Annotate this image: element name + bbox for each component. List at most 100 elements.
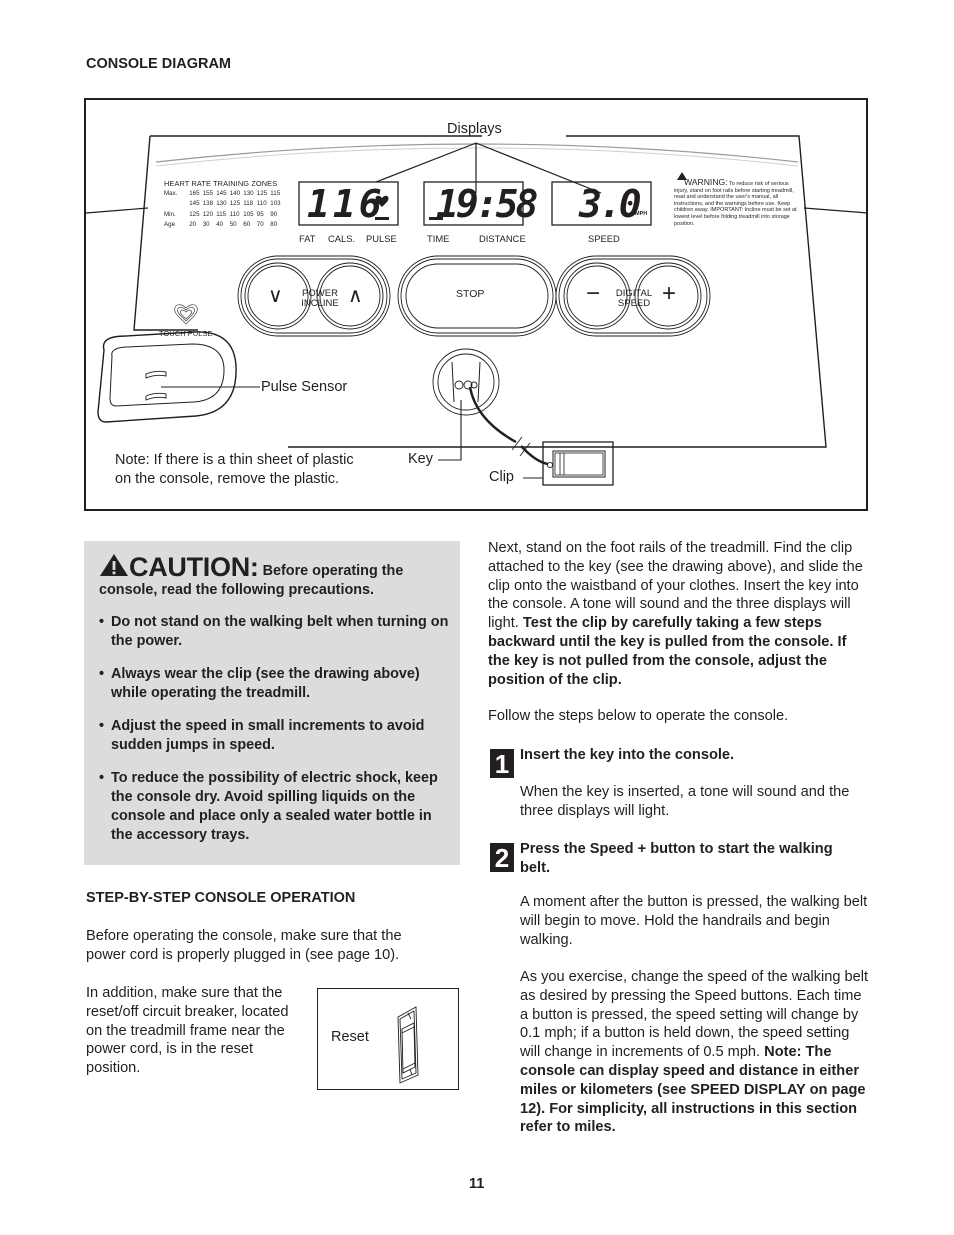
section-title: CONSOLE DIAGRAM: [86, 56, 231, 72]
label-fat: FAT: [299, 233, 316, 244]
stop-button[interactable]: STOP: [456, 288, 484, 300]
heart-rate-cell: 20: [189, 221, 197, 229]
warning-heading: WARNING:: [684, 177, 728, 187]
heart-rate-cell: 165: [189, 189, 200, 197]
step-number-1: 1: [490, 749, 514, 779]
caution-word: CAUTION:: [129, 552, 259, 582]
speed-down-button[interactable]: −: [586, 280, 600, 308]
heart-rate-cell: 145: [216, 189, 227, 197]
heart-rate-cell: 40: [216, 221, 224, 229]
heart-rate-cell: 50: [229, 221, 237, 229]
heart-rate-cell: 120: [202, 210, 214, 218]
heart-rate-cell: 115: [270, 189, 281, 197]
heart-rate-cell: 115: [216, 210, 227, 218]
caution-box: CAUTION: Before operating the console, r…: [84, 541, 460, 865]
heart-rate-cell: 130: [243, 189, 254, 197]
heart-rate-zones-table: Max. 165 155 145 140 130 125 115 145 138 130 125 118…: [164, 188, 284, 230]
heart-rate-cell: 130: [216, 200, 227, 208]
step-2-text-2: As you exercise, change the speed of the…: [520, 968, 872, 1137]
console-diagram: Displays HEART RATE TRAINING ZONES Max. 1…: [84, 98, 869, 511]
heart-rate-row-label: [164, 199, 189, 210]
heart-rate-row-label: Age: [164, 221, 176, 229]
follow-steps-text: Follow the steps below to operate the co…: [488, 708, 789, 724]
speed-display-value: 3.0: [579, 182, 642, 226]
incline-down-button[interactable]: ∨: [268, 283, 283, 308]
touch-pulse-heart-icon: [174, 304, 198, 325]
speed-unit: MPH: [635, 211, 648, 217]
displays-callout: Displays: [447, 121, 502, 137]
heart-rate-row-label: Min.: [164, 210, 176, 218]
caution-item: Always wear the clip (see the drawing ab…: [99, 665, 449, 703]
reset-label: Reset: [331, 1029, 369, 1045]
heart-rate-cell: 155: [202, 189, 214, 197]
heart-rate-cell: 125: [229, 200, 241, 208]
operation-para-2: In addition, make sure that the reset/of…: [86, 985, 289, 1077]
plastic-note-line1: Note: If there is a thin sheet of plasti…: [115, 452, 354, 468]
heart-rate-cell: 110: [229, 210, 240, 218]
heart-rate-cell: 145: [189, 200, 200, 208]
warning-label: WARNING: To reduce risk of serious injur…: [674, 177, 802, 227]
clip-callout: Clip: [489, 469, 514, 485]
key-callout: Key: [408, 451, 433, 467]
heart-rate-cell: 90: [270, 210, 278, 218]
heart-rate-cell: 138: [202, 200, 214, 208]
incline-label-line2: INCLINE: [301, 297, 339, 309]
label-speed: SPEED: [588, 233, 620, 244]
step-1-heading: Insert the key into the console.: [520, 747, 735, 763]
operation-para-1: Before operating the console, make sure …: [86, 928, 402, 963]
heart-rate-row: 145 138 130 125 118 110 103: [164, 199, 284, 210]
incline-up-button[interactable]: ∧: [348, 283, 363, 308]
key-receptacle: [432, 348, 500, 416]
key-clip-bold: Test the clip by carefully taking a few …: [488, 615, 847, 688]
speed-button-label: DIGITAL SPEED: [606, 289, 662, 308]
caution-item: Adjust the speed in small increments to …: [99, 717, 449, 755]
left-upright-line: [86, 207, 149, 214]
heart-rate-row: Age 20 30 40 50 60 70 80: [164, 220, 284, 231]
incline-button-label: POWER INCLINE: [292, 289, 348, 308]
heart-rate-cell: 30: [202, 221, 210, 229]
page-number: 11: [469, 1176, 485, 1192]
right-upright-line: [803, 207, 869, 214]
heart-rate-cell: 95: [256, 210, 264, 218]
operation-title: STEP-BY-STEP CONSOLE OPERATION: [86, 890, 356, 906]
heart-rate-zones-title: HEART RATE TRAINING ZONES: [164, 179, 278, 188]
speed-up-button[interactable]: +: [662, 280, 676, 308]
plastic-note-line2: on the console, remove the plastic.: [115, 470, 340, 487]
label-pulse: PULSE: [366, 233, 397, 244]
caution-heading: CAUTION: Before operating the console, r…: [99, 553, 449, 600]
circuit-breaker-icon: [397, 1006, 419, 1084]
label-time: TIME: [427, 233, 450, 244]
caution-item: To reduce the possibility of electric sh…: [99, 769, 449, 845]
label-cals: CALS.: [328, 233, 356, 244]
caution-triangle-icon: [100, 554, 128, 576]
heart-rate-cell: 140: [229, 189, 241, 197]
pulse-sensor-grip: [97, 331, 260, 423]
heart-rate-cell: 110: [256, 200, 267, 208]
step-2-heading: Press the Speed + button to start the wa…: [520, 841, 833, 876]
heart-rate-cell: 125: [189, 210, 200, 218]
key-clip-instructions: Next, stand on the foot rails of the tre…: [488, 539, 870, 689]
heart-rate-cell: 70: [256, 221, 264, 229]
heart-rate-cell: 60: [243, 221, 251, 229]
caution-list: Do not stand on the walking belt when tu…: [99, 613, 449, 859]
pulse-display-value: 116: [307, 182, 385, 226]
heart-rate-cell: 105: [243, 210, 254, 218]
clip-shape: [542, 441, 614, 486]
caution-item: Do not stand on the walking belt when tu…: [99, 613, 449, 651]
label-distance: DISTANCE: [479, 233, 526, 244]
heart-rate-cell: 125: [256, 189, 268, 197]
reset-switch-illustration: Reset: [317, 988, 459, 1090]
step-number-2: 2: [490, 843, 514, 873]
time-display-value: 19:58: [436, 182, 538, 226]
heart-rate-cell: 80: [270, 221, 278, 229]
step-2-text-1: A moment after the button is pressed, th…: [520, 894, 868, 948]
plastic-note: Note: If there is a thin sheet of plasti…: [115, 451, 354, 488]
heart-rate-cell: 103: [270, 200, 281, 208]
step-1-text: When the key is inserted, a tone will so…: [520, 784, 850, 819]
heart-rate-row-label: Max.: [164, 189, 178, 197]
touch-pulse-label: TOUCH PULSE: [159, 329, 213, 338]
heart-rate-cell: 118: [243, 200, 254, 208]
heart-rate-row: Min. 125 120 115 110 105 95 90: [164, 209, 284, 220]
warning-text: To reduce risk of serious injury, stand …: [674, 181, 797, 227]
pulse-sensor-callout: Pulse Sensor: [261, 379, 348, 395]
